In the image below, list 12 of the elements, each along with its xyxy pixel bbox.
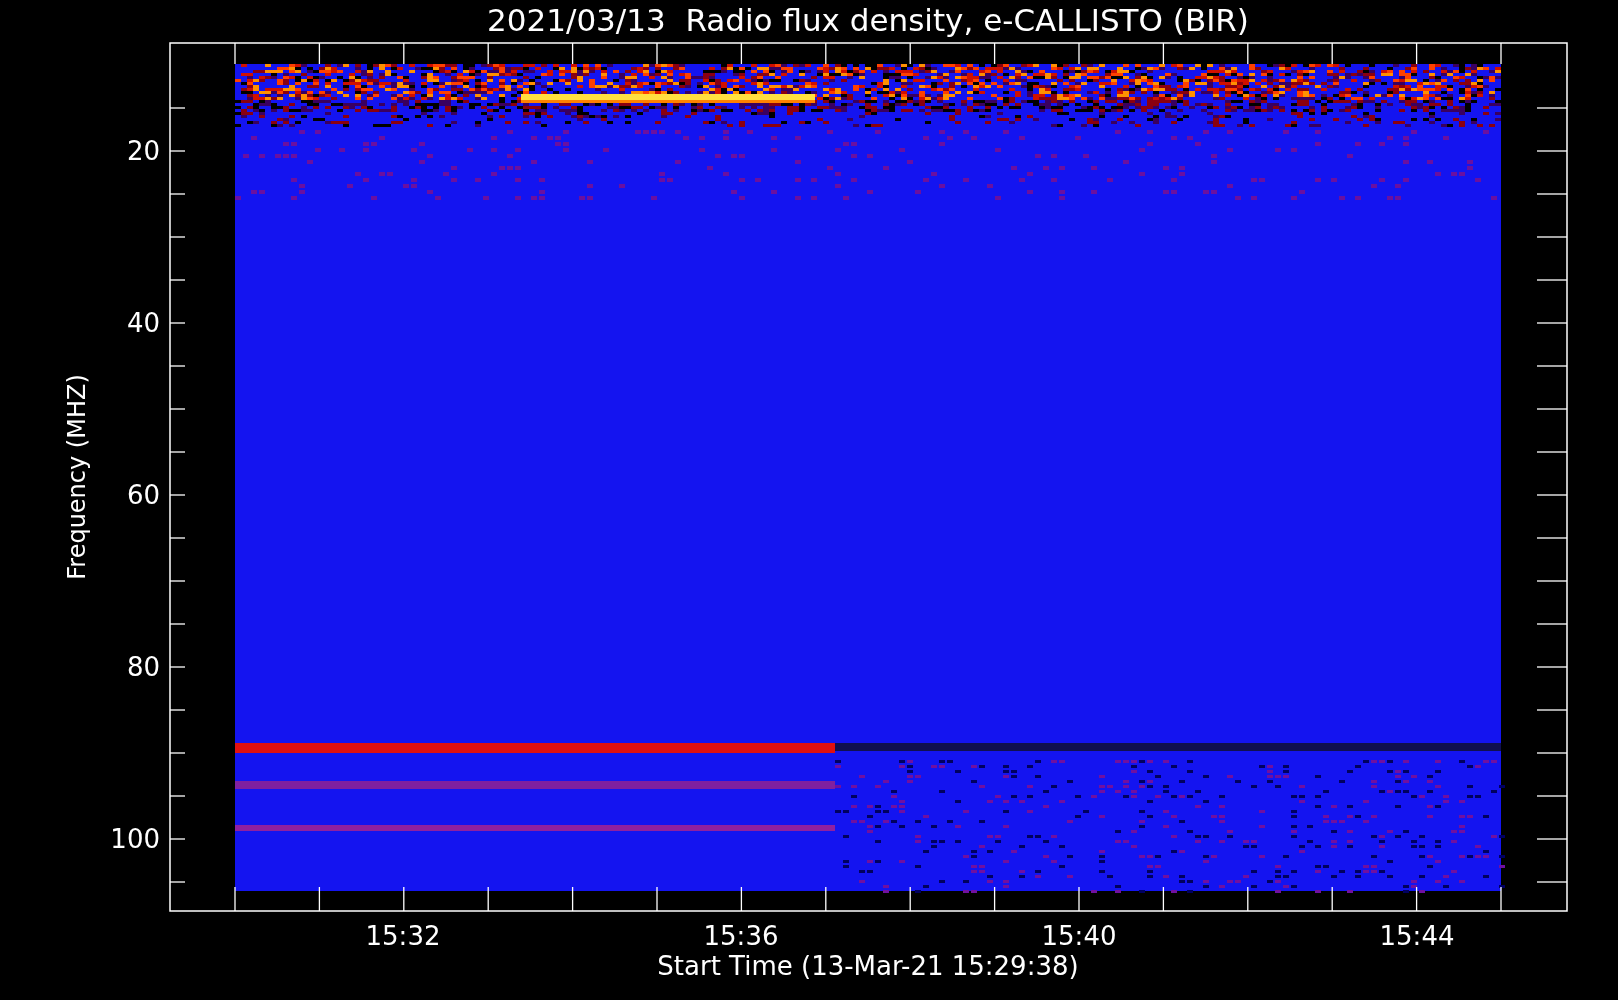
tick-label: 20 (126, 136, 160, 166)
axis-label: Frequency (MHZ) (63, 374, 91, 580)
tick-label: 15:44 (1379, 921, 1455, 951)
tick-label: 80 (126, 652, 160, 682)
tick-label: 100 (110, 824, 160, 854)
tick-label: 15:40 (1041, 921, 1117, 951)
tick-label: 60 (126, 480, 160, 510)
tick-label: 40 (126, 308, 160, 338)
chart-title: 2021/03/13 Radio flux density, e-CALLISTO (BIR) (487, 2, 1249, 38)
axis-label: Start Time (13-Mar-21 15:29:38) (657, 951, 1079, 981)
tick-label: 15:32 (365, 921, 441, 951)
tick-label: 15:36 (703, 921, 779, 951)
